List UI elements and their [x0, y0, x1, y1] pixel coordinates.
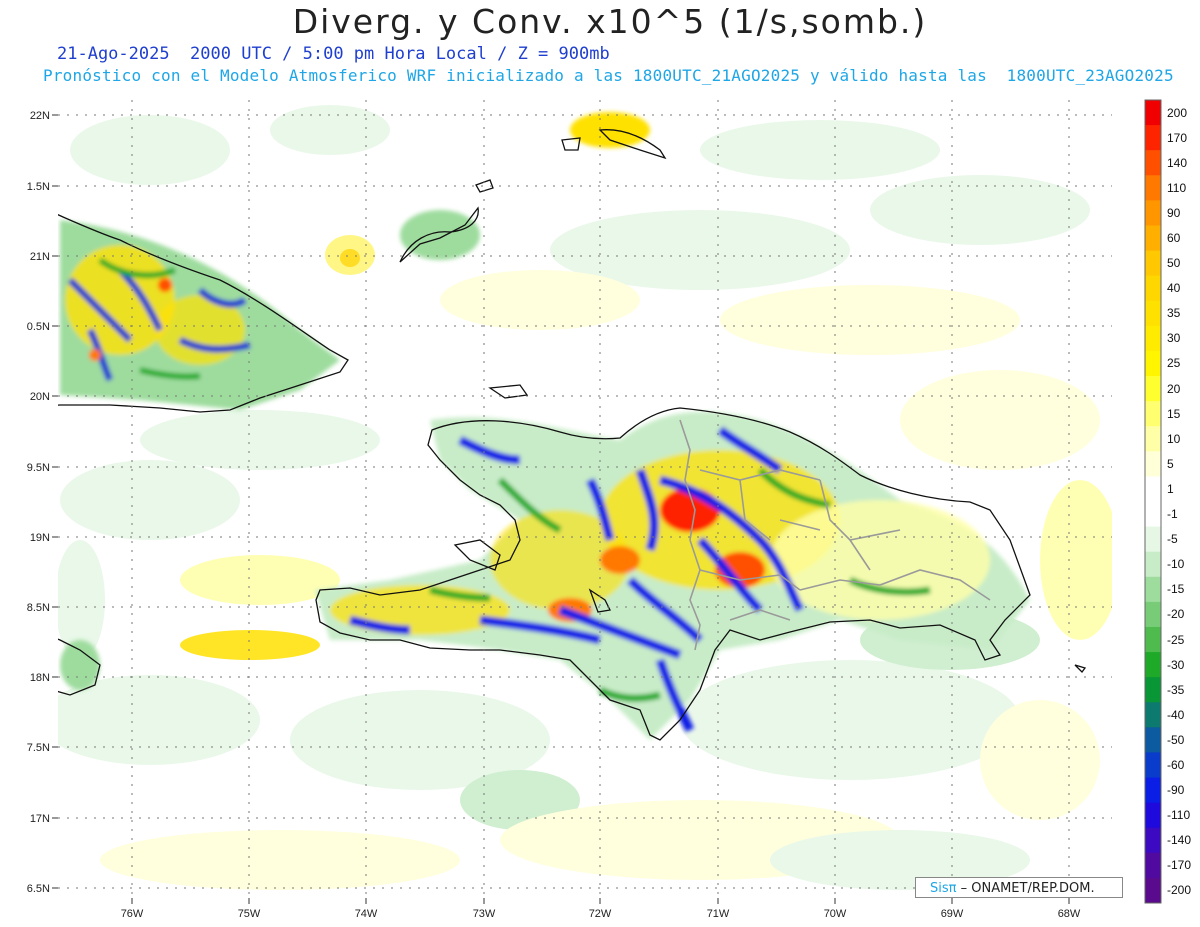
colorbar-swatch	[1145, 125, 1161, 151]
colorbar-swatch	[1145, 401, 1161, 427]
colorbar-swatch	[1145, 476, 1161, 502]
colorbar-swatch	[1145, 601, 1161, 628]
colorbar-label: 50	[1167, 256, 1181, 271]
colorbar-swatch	[1145, 100, 1161, 126]
lat-label: 18N	[30, 672, 50, 684]
lon-label: 75W	[238, 908, 261, 920]
colorbar-swatch	[1145, 551, 1161, 578]
lon-label: 69W	[941, 908, 964, 920]
lon-label: 72W	[589, 908, 612, 920]
colorbar-swatch	[1145, 300, 1161, 327]
colorbar-swatch	[1145, 727, 1161, 753]
colorbar-swatch	[1145, 200, 1161, 226]
lat-label: 9.5N	[27, 462, 50, 474]
colorbar-label: 40	[1167, 281, 1181, 296]
colorbar-swatch	[1145, 626, 1161, 653]
sispi-logo-text: Sisπ	[930, 881, 957, 896]
colorbar-swatch	[1145, 827, 1161, 854]
lon-label: 73W	[473, 908, 496, 920]
lon-label: 74W	[355, 908, 378, 920]
colorbar-label: 35	[1167, 306, 1181, 321]
colorbar-label: -60	[1167, 757, 1185, 772]
colorbar-swatch	[1145, 350, 1161, 377]
colorbar-swatch	[1145, 325, 1161, 352]
colorbar-label: -50	[1167, 732, 1185, 747]
lat-label: 22N	[30, 110, 50, 122]
lat-label: 19N	[30, 532, 50, 544]
colorbar-swatch	[1145, 576, 1161, 603]
colorbar-swatch	[1145, 150, 1161, 176]
colorbar-swatch	[1145, 501, 1161, 528]
colorbar-label: -40	[1167, 707, 1185, 722]
colorbar-label: -20	[1167, 607, 1185, 622]
colorbar-swatch	[1145, 877, 1161, 904]
colorbar-label: 90	[1167, 205, 1181, 220]
divergence-map: 22N 1.5N 21N 0.5N 20N 9.5N 19N 8.5N 18N …	[27, 99, 1162, 920]
colorbar-label: -170	[1167, 858, 1192, 873]
lat-label: 21N	[30, 251, 50, 263]
colorbar-label: -110	[1167, 808, 1191, 823]
colorbar-label: -35	[1167, 682, 1185, 697]
lon-label: 68W	[1058, 908, 1081, 920]
colorbar-swatch	[1145, 225, 1161, 252]
credit-box: Sisπ – ONAMET/REP.DOM.	[915, 877, 1123, 898]
colorbar-label: -200	[1167, 883, 1192, 898]
colorbar-label: -5	[1167, 532, 1178, 547]
lat-label: 8.5N	[27, 602, 50, 614]
lon-label: 76W	[121, 908, 144, 920]
colorbar-swatch	[1145, 275, 1161, 302]
lat-label: 17N	[30, 813, 50, 825]
colorbar-swatch	[1145, 802, 1161, 829]
colorbar-label: -25	[1167, 632, 1185, 647]
colorbar-label: 20	[1167, 381, 1181, 396]
lat-label: 20N	[30, 391, 50, 403]
colorbar-swatch	[1145, 451, 1161, 477]
colorbar-swatch	[1145, 376, 1161, 402]
colorbar-label: 30	[1167, 331, 1181, 346]
lat-label: 0.5N	[27, 321, 50, 333]
colorbar-label: -90	[1167, 783, 1185, 798]
colorbar-swatch	[1145, 526, 1161, 553]
credit-text: – ONAMET/REP.DOM.	[960, 881, 1095, 896]
colorbar-label: 15	[1167, 406, 1181, 421]
lon-label: 71W	[707, 908, 730, 920]
colorbar-label: -10	[1167, 557, 1185, 572]
colorbar-label: 5	[1167, 456, 1174, 471]
colorbar-label: 25	[1167, 356, 1181, 371]
colorbar-swatch	[1145, 652, 1161, 678]
colorbar-label: -1	[1167, 507, 1178, 522]
colorbar-label: 10	[1167, 431, 1181, 446]
colorbar-label: 170	[1167, 130, 1188, 145]
lat-label: 6.5N	[27, 883, 50, 895]
colorbar-swatch	[1145, 852, 1161, 879]
lon-label: 70W	[824, 908, 847, 920]
colorbar-label: 110	[1167, 180, 1187, 195]
colorbar-swatch	[1145, 175, 1161, 201]
colorbar-label: -15	[1167, 582, 1185, 597]
colorbar-swatch	[1145, 752, 1161, 779]
colorbar	[1144, 99, 1162, 904]
colorbar-swatch	[1145, 702, 1161, 728]
lat-label: 1.5N	[27, 181, 50, 193]
colorbar-swatch	[1145, 250, 1161, 277]
colorbar-label: -30	[1167, 657, 1185, 672]
lat-label: 7.5N	[27, 742, 50, 754]
colorbar-swatch	[1145, 677, 1161, 703]
colorbar-label: 140	[1167, 155, 1188, 170]
colorbar-swatch	[1145, 426, 1161, 452]
colorbar-label: -140	[1167, 833, 1192, 848]
colorbar-label: 60	[1167, 231, 1181, 246]
colorbar-label: 1	[1167, 481, 1174, 496]
colorbar-label: 200	[1167, 105, 1188, 120]
colorbar-swatch	[1145, 777, 1161, 804]
